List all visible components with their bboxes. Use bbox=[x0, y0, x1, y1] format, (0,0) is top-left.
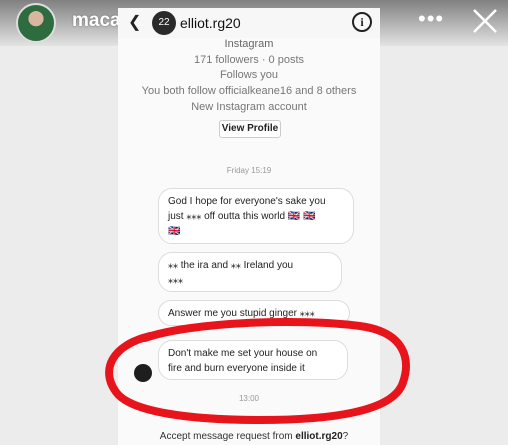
follows-you: Follows you bbox=[219, 69, 279, 81]
message-bubble[interactable]: Don't make me set your house on fire and… bbox=[158, 340, 348, 380]
close-icon[interactable] bbox=[470, 6, 500, 36]
message-bubble[interactable]: ⁎⁎ the ira and ⁎⁎ Ireland you ⁎⁎⁎ bbox=[158, 252, 342, 292]
story-avatar[interactable] bbox=[16, 3, 56, 43]
message-text: just ⁎⁎⁎ off outta this world 🇬🇧 🇬🇧 bbox=[168, 211, 316, 222]
message-text: ⁎⁎⁎ bbox=[168, 275, 183, 286]
accept-request-prompt: Accept message request from elliot.rg20? bbox=[159, 431, 349, 442]
profile-app-label: Instagram bbox=[224, 38, 274, 50]
conversation-panel: Instagram 171 followers · 0 posts Follow… bbox=[118, 38, 380, 445]
chevron-left-icon[interactable]: ❮ bbox=[128, 12, 141, 32]
sender-avatar[interactable] bbox=[134, 364, 152, 382]
timestamp: Friday 15:19 bbox=[226, 166, 272, 175]
message-text: fire and burn everyone inside it bbox=[168, 363, 305, 374]
message-text: 🇬🇧 bbox=[168, 226, 181, 237]
message-text: God I hope for everyone's sake you bbox=[168, 196, 326, 207]
message-text: Don't make me set your house on bbox=[168, 348, 318, 359]
more-horizontal-icon[interactable]: ••• bbox=[418, 6, 444, 32]
dm-header: ❮ 22 elliot.rg20 i bbox=[118, 8, 380, 38]
message-bubble[interactable]: God I hope for everyone's sake you just … bbox=[158, 188, 354, 244]
info-icon[interactable]: i bbox=[352, 12, 372, 32]
dm-username[interactable]: elliot.rg20 bbox=[180, 15, 241, 31]
message-bubble[interactable]: Answer me you stupid ginger ⁎⁎⁎ bbox=[158, 300, 350, 326]
message-text: ⁎⁎ the ira and ⁎⁎ Ireland you bbox=[168, 260, 294, 271]
timestamp: 13:00 bbox=[238, 394, 260, 403]
followers-posts: 171 followers · 0 posts bbox=[193, 54, 305, 66]
story-screen: macajw ••• ❮ 22 elliot.rg20 i Instagram … bbox=[0, 0, 508, 445]
dm-avatar[interactable]: 22 bbox=[152, 11, 176, 35]
view-profile-button[interactable]: View Profile bbox=[219, 120, 281, 138]
accept-username[interactable]: elliot.rg20 bbox=[295, 431, 342, 442]
mutual-follows: You both follow officialkeane16 and 8 ot… bbox=[141, 85, 357, 97]
new-account-label: New Instagram account bbox=[191, 101, 307, 113]
message-text: Answer me you stupid ginger ⁎⁎⁎ bbox=[168, 308, 315, 319]
